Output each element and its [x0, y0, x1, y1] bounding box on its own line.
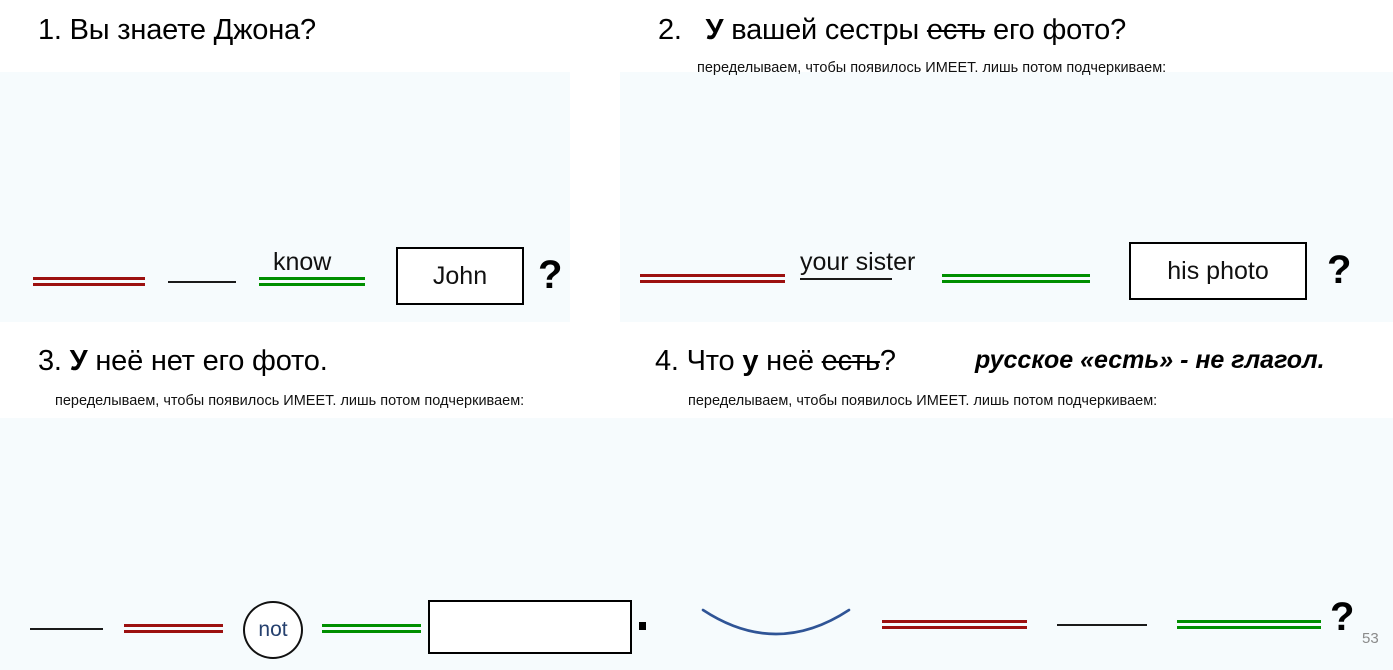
diagram-2-subject-line — [640, 274, 785, 283]
diagram-1-terminator: ? — [538, 253, 563, 297]
question-1-heading: 1. Вы знаете Джона? — [38, 14, 316, 47]
page-number: 53 — [1362, 630, 1379, 647]
question-2-heading: 2. У вашей сестры есть его фото? — [658, 14, 1126, 47]
diagram-2-terminator: ? — [1327, 248, 1352, 292]
question-4-aside: русское «есть» - не глагол. — [975, 346, 1325, 374]
question-4-text-part-3: есть — [821, 345, 880, 377]
diagram-2-object-line — [942, 274, 1090, 283]
diagram-4-subject-line — [882, 620, 1027, 629]
diagram-1-subject-line — [33, 277, 145, 286]
question-2-text-part-1: вашей сестры — [723, 14, 927, 46]
question-4-text-part-0: Что — [686, 345, 743, 377]
diagram-3-box — [428, 600, 632, 654]
diagram-1-object-label: know — [273, 248, 332, 276]
question-4-heading: 4. Что у неё есть? — [655, 345, 896, 378]
diagram-3-first-line — [30, 628, 103, 630]
diagram-1-box: John — [396, 247, 524, 305]
question-2-text-part-2: есть — [926, 14, 986, 46]
question-4-number: 4. — [655, 345, 679, 377]
question-2-text-part-3: его фото? — [985, 14, 1127, 46]
diagram-4-arc — [701, 608, 851, 636]
question-4-text-part-4: ? — [879, 345, 896, 377]
diagram-1-object-line — [259, 277, 365, 286]
question-1-number: 1. — [38, 14, 62, 46]
question-3-heading: 3. У неё нет его фото. — [38, 345, 328, 378]
diagram-2-box: his photo — [1129, 242, 1307, 300]
diagram-4-terminator: ? — [1330, 595, 1355, 639]
question-3-note: переделываем, чтобы появилось ИМЕЕТ. лиш… — [55, 393, 525, 409]
diagram-3-terminator — [639, 622, 646, 630]
question-3-number: 3. — [38, 345, 62, 377]
diagram-4-object-line — [1177, 620, 1321, 629]
diagram-3-subject-line — [124, 624, 223, 633]
diagram-1-verb-line — [168, 281, 236, 283]
question-1-text-part-0: Вы знаете Джона? — [69, 14, 316, 46]
diagram-4-verb-line — [1057, 624, 1147, 626]
question-2-number: 2. — [658, 14, 682, 46]
diagram-2-verb-label: your sister — [800, 248, 916, 276]
diagram-3-not-circle: not — [243, 601, 303, 659]
diagram-3-object-line — [322, 624, 421, 633]
question-4-text-part-2: неё — [758, 345, 822, 377]
question-3-text-part-0: У — [69, 345, 88, 377]
question-4-text-part-1: у — [742, 345, 759, 377]
question-3-text-part-1: неё нет его фото. — [87, 345, 328, 377]
question-2-text-part-0: У — [705, 14, 724, 46]
question-2-note: переделываем, чтобы появилось ИМЕЕТ. лиш… — [697, 60, 1167, 76]
diagram-2-verb-line — [800, 278, 892, 280]
question-4-note: переделываем, чтобы появилось ИМЕЕТ. лиш… — [688, 393, 1158, 409]
